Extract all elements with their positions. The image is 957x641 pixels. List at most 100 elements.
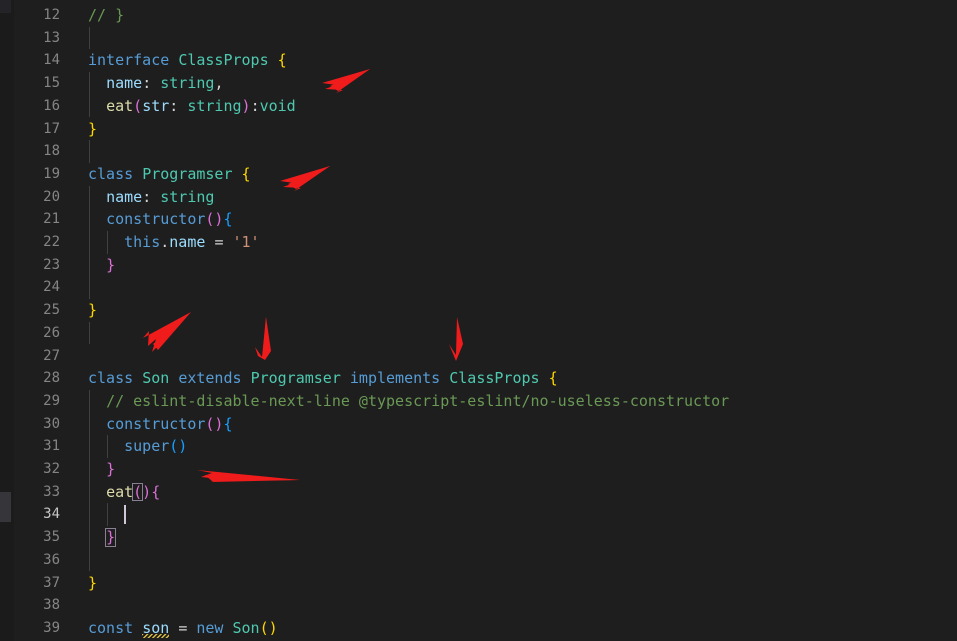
code-line-39[interactable]: const son = new Son() [88, 617, 278, 640]
token: string [187, 96, 242, 115]
indent-guide [88, 231, 90, 254]
indent-guide [88, 458, 90, 481]
line-number-39[interactable]: 39 [14, 617, 60, 640]
indent-guide [88, 480, 90, 504]
line-number-27[interactable]: 27 [14, 345, 60, 368]
code-line-17[interactable]: } [88, 118, 97, 141]
token: // eslint-disable-next-line @typescript-… [106, 391, 730, 410]
indent-guide [88, 208, 90, 231]
token: { [241, 164, 251, 183]
overview-ruler[interactable] [0, 0, 14, 641]
bracket-match-open [132, 482, 144, 502]
scrollbar-slider[interactable] [0, 492, 11, 522]
line-number-15[interactable]: 15 [14, 72, 60, 95]
indent-guide [88, 389, 90, 413]
line-number-gutter[interactable]: 12 13 14 15 16 17 18 19 20 21 22 23 24 25 26 27 28 29 30 31… [14, 0, 74, 641]
indent-guide [88, 94, 90, 118]
code-line-19[interactable]: class Programser { [88, 163, 251, 186]
line-number-20[interactable]: 20 [14, 186, 60, 209]
code-line-21[interactable]: constructor(){ [88, 208, 232, 231]
token: Programser [250, 369, 341, 388]
token: } [106, 460, 116, 478]
token: name [106, 74, 143, 93]
code-line-15[interactable]: name: string, [88, 72, 223, 95]
line-number-23[interactable]: 23 [14, 254, 60, 277]
line-number-35[interactable]: 35 [14, 526, 60, 549]
token: Son [142, 369, 170, 388]
code-line-22[interactable]: this.name = '1' [88, 231, 260, 254]
code-content[interactable]: // } interface ClassProps { name: string,… [74, 0, 957, 641]
line-number-37[interactable]: 37 [14, 572, 60, 595]
line-number-18[interactable]: 18 [14, 140, 60, 163]
token: { [548, 369, 558, 388]
code-line-37[interactable]: } [88, 572, 97, 595]
token: extends [178, 369, 242, 388]
code-line-25[interactable]: } [88, 299, 97, 322]
code-line-31[interactable]: super() [88, 435, 187, 458]
token: } [88, 119, 98, 138]
code-editor[interactable]: 12 13 14 15 16 17 18 19 20 21 22 23 24 25 26 27 28 29 30 31… [0, 0, 957, 641]
bracket-match-close [105, 528, 117, 547]
code-line-30[interactable]: constructor(){ [88, 413, 233, 436]
token: { [223, 414, 233, 433]
token: constructor [106, 414, 206, 433]
line-number-33[interactable]: 33 [14, 481, 60, 504]
code-line-28[interactable]: class Son extends Programser implements … [88, 367, 558, 390]
line-number-28[interactable]: 28 [14, 367, 60, 390]
indent-guide [88, 503, 90, 527]
line-number-21[interactable]: 21 [14, 208, 60, 231]
line-number-12[interactable]: 12 [14, 4, 60, 27]
token: string [160, 74, 215, 93]
line-number-24[interactable]: 24 [14, 276, 60, 299]
code-line-14[interactable]: interface ClassProps { [88, 49, 287, 72]
warning-squiggle [142, 633, 170, 638]
line-number-38[interactable]: 38 [14, 594, 60, 617]
token: , [214, 74, 224, 93]
line-number-30[interactable]: 30 [14, 413, 60, 436]
line-number-34[interactable]: 34 [14, 503, 60, 526]
code-line-29[interactable]: // eslint-disable-next-line @typescript-… [88, 390, 729, 413]
token: string [160, 187, 215, 206]
line-number-17[interactable]: 17 [14, 118, 60, 141]
text-cursor [124, 505, 127, 525]
line-number-32[interactable]: 32 [14, 458, 60, 481]
line-number-22[interactable]: 22 [14, 231, 60, 254]
token: const [88, 618, 134, 637]
code-line-32[interactable]: } [88, 458, 115, 481]
token: new [196, 618, 224, 637]
token: super [124, 437, 170, 456]
code-line-33[interactable]: eat(){ [88, 481, 160, 504]
token: ClassProps [178, 51, 269, 70]
token: void [259, 96, 296, 115]
code-line-16[interactable]: eat(str: string):void [88, 95, 296, 118]
line-number-13[interactable]: 13 [14, 27, 60, 50]
code-line-12[interactable]: // } [88, 4, 124, 27]
line-number-14[interactable]: 14 [14, 49, 60, 72]
line-number-31[interactable]: 31 [14, 435, 60, 458]
token: name [169, 233, 206, 251]
line-number-19[interactable]: 19 [14, 163, 60, 186]
code-line-20[interactable]: name: string [88, 186, 214, 209]
token: ClassProps [449, 369, 540, 388]
overview-mark [0, 0, 11, 13]
line-number-25[interactable]: 25 [14, 299, 60, 322]
token: '1' [232, 233, 260, 251]
line-number-29[interactable]: 29 [14, 390, 60, 413]
indent-guide [88, 253, 90, 277]
token: { [151, 482, 161, 501]
token: () [259, 618, 278, 637]
code-line-23[interactable]: } [88, 254, 115, 277]
line-number-36[interactable]: 36 [14, 549, 60, 572]
line-number-26[interactable]: 26 [14, 322, 60, 345]
token: class [88, 369, 134, 388]
token: this [124, 233, 161, 251]
line-number-16[interactable]: 16 [14, 95, 60, 118]
